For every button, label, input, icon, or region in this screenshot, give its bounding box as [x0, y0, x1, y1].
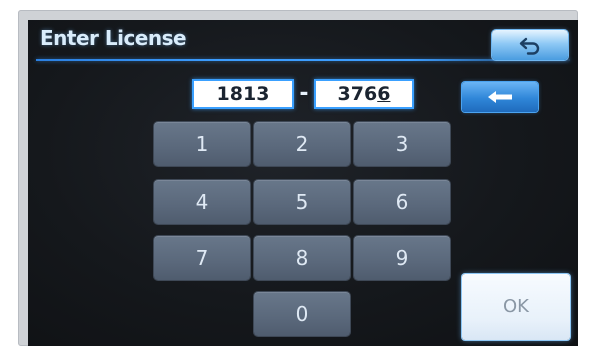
- keypad-key-3[interactable]: 3: [354, 122, 450, 166]
- screen-title: Enter License: [40, 26, 187, 50]
- keypad-key-9[interactable]: 9: [354, 236, 450, 280]
- keypad-key-1[interactable]: 1: [154, 122, 250, 166]
- license-field-2-cursor-char: 6: [377, 83, 391, 105]
- license-separator: -: [299, 81, 309, 106]
- keypad-key-7[interactable]: 7: [154, 236, 250, 280]
- keypad-key-0[interactable]: 0: [254, 292, 350, 336]
- license-field-1[interactable]: 1813: [192, 79, 294, 109]
- keypad-key-4[interactable]: 4: [154, 180, 250, 224]
- license-entry-screen: Enter License 1813 - 3766 1 2 3 4 5 6 7 …: [28, 20, 578, 346]
- ok-button[interactable]: OK: [462, 274, 570, 340]
- keypad-key-6[interactable]: 6: [354, 180, 450, 224]
- backspace-arrow-icon: [488, 91, 512, 103]
- keypad-key-2[interactable]: 2: [254, 122, 350, 166]
- title-divider: [36, 59, 570, 61]
- back-button[interactable]: [492, 30, 568, 60]
- license-field-2[interactable]: 3766: [314, 79, 414, 109]
- license-field-2-value: 376: [337, 83, 378, 105]
- license-field-1-value: 1813: [216, 83, 270, 105]
- keypad-key-8[interactable]: 8: [254, 236, 350, 280]
- return-arrow-icon: [519, 37, 540, 55]
- backspace-button[interactable]: [462, 82, 538, 112]
- keypad-key-5[interactable]: 5: [254, 180, 350, 224]
